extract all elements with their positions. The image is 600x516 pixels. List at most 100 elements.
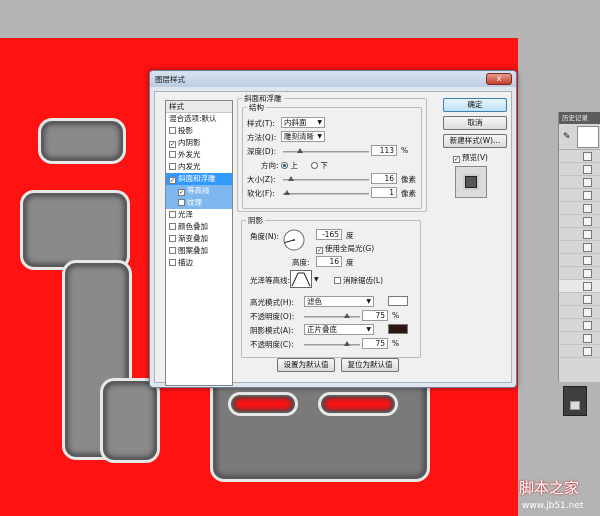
shadow-color-swatch[interactable] [388,324,408,334]
reset-default-button[interactable]: 复位为默认值 [341,358,399,372]
history-row-active[interactable] [559,280,600,293]
style-item-pattern-overlay[interactable]: 图案叠加 [166,245,232,257]
style-item-texture[interactable]: 纹理 [166,197,232,209]
size-slider[interactable] [283,176,369,181]
checkbox[interactable] [169,127,176,134]
soften-input[interactable]: 1 [371,187,397,198]
shadow-opacity-input[interactable]: 75 [362,338,388,349]
radio[interactable] [311,162,318,169]
checkbox[interactable] [169,151,176,158]
size-slider-thumb[interactable] [288,176,294,181]
history-row[interactable] [559,228,600,241]
angle-dial[interactable] [282,228,306,252]
style-item-drop-shadow[interactable]: 投影 [166,125,232,137]
global-light-option[interactable]: ✓ 使用全局光(G) [316,243,374,254]
close-button[interactable]: x [486,73,512,85]
history-row[interactable] [559,241,600,254]
checkbox[interactable] [169,247,176,254]
checkbox[interactable] [334,277,341,284]
checkbox[interactable] [178,199,185,206]
style-item-satin[interactable]: 光泽 [166,209,232,221]
history-row[interactable] [559,189,600,202]
make-default-button[interactable]: 设置为默认值 [277,358,335,372]
style-item-gradient-overlay[interactable]: 渐变叠加 [166,233,232,245]
history-row[interactable] [559,176,600,189]
style-item-contour[interactable]: ✓ 等高线 [166,185,232,197]
size-input[interactable]: 16 [371,173,397,184]
depth-slider[interactable] [283,148,369,153]
chevron-down-icon[interactable]: ▼ [314,276,319,283]
history-row[interactable] [559,215,600,228]
panel-icon [570,401,580,410]
highlight-opacity-slider[interactable] [304,313,360,318]
highlight-color-swatch[interactable] [388,296,408,306]
ok-button[interactable]: 确定 [443,98,507,112]
history-step-icon [583,295,592,304]
angle-unit: 度 [346,231,354,240]
depth-slider-thumb[interactable] [297,148,303,153]
cancel-button[interactable]: 取消 [443,116,507,130]
checkbox[interactable] [169,259,176,266]
history-row[interactable] [559,306,600,319]
angle-input[interactable]: -165 [316,229,342,240]
history-row[interactable] [559,345,600,358]
checkbox[interactable] [169,235,176,242]
new-style-button[interactable]: 新建样式(W)... [443,134,507,148]
checkbox-checked[interactable]: ✓ [453,156,460,163]
history-step-icon [583,204,592,213]
technique-select[interactable]: 雕刻清晰 ▼ [281,131,325,142]
checkbox-checked[interactable]: ✓ [169,177,176,184]
dialog-titlebar[interactable]: 图层样式 x [150,71,516,87]
style-item-label: 斜面和浮雕 [178,174,216,183]
history-row[interactable] [559,332,600,345]
style-item-color-overlay[interactable]: 颜色叠加 [166,221,232,233]
checkbox[interactable] [169,223,176,230]
soften-slider-thumb[interactable] [284,190,290,195]
style-select[interactable]: 内斜面 ▼ [281,117,325,128]
collapsed-panel[interactable] [563,386,587,416]
style-item-inner-glow[interactable]: 内发光 [166,161,232,173]
history-row[interactable] [559,163,600,176]
history-row[interactable] [559,202,600,215]
history-row[interactable] [559,267,600,280]
style-item-outer-glow[interactable]: 外发光 [166,149,232,161]
soften-slider[interactable] [283,190,369,195]
checkbox[interactable] [169,163,176,170]
history-row[interactable] [559,150,600,163]
highlight-opacity-slider-thumb[interactable] [344,313,350,318]
highlight-opacity-input[interactable]: 75 [362,310,388,321]
direction-down-label: 下 [320,161,328,170]
anti-aliased-option[interactable]: 消除锯齿(L) [334,275,383,286]
history-step-icon [583,282,592,291]
style-item-bevel-emboss[interactable]: ✓ 斜面和浮雕 [166,173,232,185]
shadow-mode-select[interactable]: 正片叠底 ▼ [304,324,374,335]
watermark-url: www.jb51.net [522,501,584,511]
highlight-mode-select[interactable]: 滤色 ▼ [304,296,374,307]
history-snapshot[interactable]: ✎ [559,124,600,150]
history-row[interactable] [559,319,600,332]
direction-down-option[interactable]: 下 [311,160,328,171]
checkbox-checked[interactable]: ✓ [169,141,176,148]
checkbox-checked[interactable]: ✓ [178,189,185,196]
styles-list-header[interactable]: 样式 [166,101,232,113]
preview-option[interactable]: ✓ 预览(V) [453,152,488,163]
direction-up-option[interactable]: 上 [281,160,298,171]
altitude-input[interactable]: 16 [316,256,342,267]
style-item-label: 内阴影 [178,138,201,147]
depth-input[interactable]: 113 [371,145,397,156]
checkbox[interactable] [169,211,176,218]
direction-label: 方向: [261,161,279,170]
style-item-inner-shadow[interactable]: ✓ 内阴影 [166,137,232,149]
history-row[interactable] [559,254,600,267]
style-item-stroke[interactable]: 描边 [166,257,232,269]
history-panel-title[interactable]: 历史记录 [559,112,600,124]
snapshot-thumbnail [577,126,599,148]
gloss-contour-preview[interactable] [290,270,312,288]
shadow-opacity-slider[interactable] [304,341,360,346]
blending-options-item[interactable]: 混合选项:默认 [166,113,232,125]
checkbox-checked[interactable]: ✓ [316,247,323,254]
depth-unit: % [401,146,409,155]
shadow-opacity-slider-thumb[interactable] [344,341,350,346]
radio-selected[interactable] [281,162,288,169]
history-row[interactable] [559,293,600,306]
